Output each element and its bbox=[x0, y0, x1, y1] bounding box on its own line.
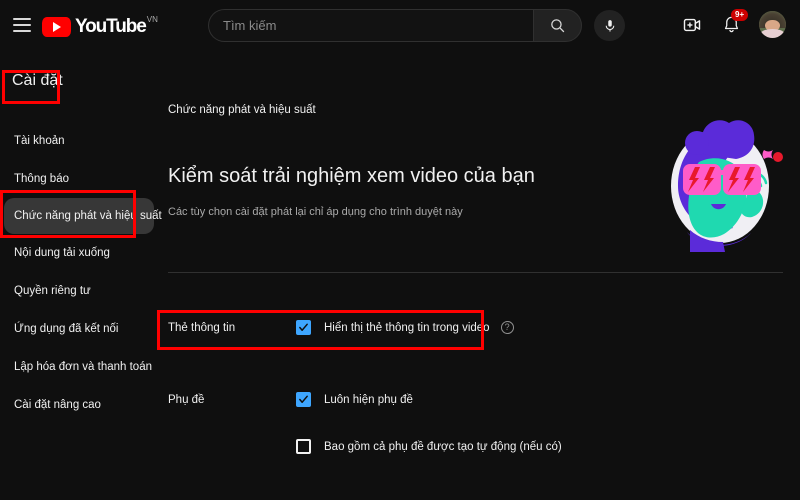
sidebar-item-label: Thông báo bbox=[14, 173, 69, 185]
logo-country-code: VN bbox=[146, 15, 158, 24]
sidebar-item-advanced[interactable]: Cài đặt nâng cao bbox=[0, 386, 160, 424]
info-cards-setting-row: Thẻ thông tin Hiển thị thẻ thông tin tro… bbox=[168, 320, 514, 335]
subtitles-setting-row: Phụ đề Luôn hiện phụ đề bbox=[168, 392, 413, 407]
sidebar-item-playback-performance[interactable]: Chức năng phát và hiệu suất bbox=[4, 198, 162, 234]
youtube-logo[interactable]: YouTube VN bbox=[42, 14, 158, 40]
hamburger-menu-icon[interactable] bbox=[13, 18, 31, 32]
content-subheading: Các tùy chọn cài đặt phát lại chỉ áp dụn… bbox=[168, 206, 463, 218]
section-divider bbox=[168, 272, 783, 273]
avatar-body bbox=[761, 29, 784, 38]
checkmark-icon bbox=[299, 323, 308, 331]
sidebar-item-label: Tài khoản bbox=[14, 135, 65, 147]
sidebar-item-label: Nội dung tải xuống bbox=[14, 247, 110, 259]
notification-badge: 9+ bbox=[731, 8, 749, 21]
youtube-settings-page: YouTube VN Tìm kiếm 9+ Cài đặt Tài khoản… bbox=[0, 0, 800, 500]
notifications-button[interactable]: 9+ bbox=[720, 8, 749, 36]
avatar[interactable] bbox=[759, 11, 786, 38]
sidebar-item-downloads[interactable]: Nội dung tải xuống bbox=[0, 234, 160, 272]
create-video-button[interactable] bbox=[681, 14, 703, 36]
info-cards-option: Hiển thị thẻ thông tin trong video ? bbox=[296, 320, 514, 335]
header-actions: 9+ bbox=[681, 8, 786, 38]
sidebar-item-label: Chức năng phát và hiệu suất bbox=[14, 210, 162, 222]
sidebar-item-notifications[interactable]: Thông báo bbox=[0, 160, 160, 198]
sidebar-item-connected-apps[interactable]: Ứng dụng đã kết nối bbox=[0, 310, 160, 348]
subtitles-label: Phụ đề bbox=[168, 394, 205, 406]
search-icon bbox=[551, 19, 565, 33]
play-triangle-icon bbox=[42, 17, 71, 37]
sidebar-item-label: Ứng dụng đã kết nối bbox=[14, 323, 119, 335]
sidebar-nav: Tài khoản Thông báo Chức năng phát và hi… bbox=[0, 122, 162, 424]
info-cards-option-label: Hiển thị thẻ thông tin trong video bbox=[324, 321, 490, 334]
content-heading: Kiểm soát trải nghiệm xem video của bạn bbox=[168, 165, 535, 187]
always-show-subtitles-checkbox[interactable] bbox=[296, 392, 311, 407]
sidebar-item-label: Cài đặt nâng cao bbox=[14, 399, 101, 411]
search-input[interactable]: Tìm kiếm bbox=[208, 9, 533, 42]
auto-generated-subtitles-label: Bao gồm cả phụ đề được tạo tự động (nếu … bbox=[324, 440, 562, 453]
subtitles-option-auto-generated: Bao gồm cả phụ đề được tạo tự động (nếu … bbox=[296, 439, 562, 454]
checkmark-icon bbox=[299, 395, 308, 403]
voice-search-button[interactable] bbox=[594, 10, 625, 41]
search-button[interactable] bbox=[533, 9, 582, 42]
sidebar-item-privacy[interactable]: Quyền riêng tư bbox=[0, 272, 160, 310]
search-area: Tìm kiếm bbox=[208, 9, 625, 42]
subtitles-option-always-show: Luôn hiện phụ đề bbox=[296, 392, 413, 407]
sidebar-item-label: Lập hóa đơn và thanh toán bbox=[14, 361, 152, 373]
always-show-subtitles-label: Luôn hiện phụ đề bbox=[324, 393, 413, 406]
search-placeholder: Tìm kiếm bbox=[223, 18, 277, 33]
create-video-icon bbox=[683, 18, 701, 31]
sidebar-item-label: Quyền riêng tư bbox=[14, 285, 91, 297]
breadcrumb: Chức năng phát và hiệu suất bbox=[168, 104, 316, 116]
auto-generated-subtitles-checkbox[interactable] bbox=[296, 439, 311, 454]
person-with-sunglasses-illustration bbox=[654, 112, 784, 252]
sidebar-item-account[interactable]: Tài khoản bbox=[0, 122, 160, 160]
logo-wordmark: YouTube bbox=[75, 16, 147, 37]
sidebar-item-billing[interactable]: Lập hóa đơn và thanh toán bbox=[0, 348, 160, 386]
microphone-icon bbox=[605, 19, 614, 32]
page-title: Cài đặt bbox=[12, 72, 63, 89]
top-navigation-bar: YouTube VN Tìm kiếm 9+ bbox=[0, 0, 800, 54]
info-cards-label: Thẻ thông tin bbox=[168, 322, 236, 334]
help-circle-icon[interactable]: ? bbox=[500, 321, 514, 334]
info-cards-checkbox[interactable] bbox=[296, 320, 311, 335]
